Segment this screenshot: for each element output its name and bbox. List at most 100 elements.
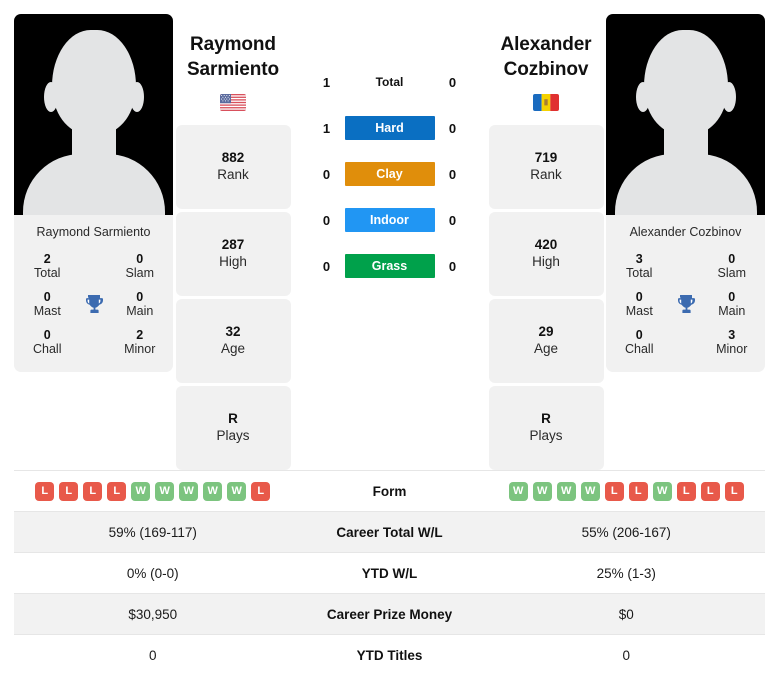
right-stat-age-value: 29 [538, 324, 554, 340]
left-title-main: 0 Main [113, 290, 168, 318]
right-stat-high: 420 High [488, 211, 604, 296]
right-title-total-value: 3 [635, 251, 643, 266]
right-title-chall-value: 0 [635, 327, 643, 342]
surface-badge-hard[interactable]: Hard [344, 116, 435, 140]
form-badge-loss: L [251, 481, 271, 501]
h2h-hard-left: 1 [322, 120, 331, 136]
left-form-badges: LLLLWWWWWL [14, 481, 292, 501]
right-title-mast-label: Mast [625, 303, 653, 318]
table-row-ytd-titles: 0 YTD Titles 0 [14, 634, 765, 675]
left-stat-rank-value: 882 [221, 150, 245, 166]
right-title-chall-label: Chall [625, 341, 654, 356]
right-title-mast-value: 0 [635, 289, 643, 304]
left-player-name: Raymond Sarmiento [187, 32, 279, 83]
left-title-slam-value: 0 [136, 251, 144, 266]
right-title-slam-value: 0 [728, 251, 736, 266]
right-title-main-label: Main [718, 303, 746, 318]
silhouette-head-icon [643, 30, 728, 134]
left-player-card[interactable]: Raymond Sarmiento 2 Total 0 Slam 0 Mast [14, 14, 173, 372]
right-title-main: 0 Main [705, 290, 760, 318]
surface-badge-indoor[interactable]: Indoor [344, 208, 435, 232]
row-label-career-prize-money: Career Prize Money [326, 606, 453, 622]
left-title-mast-value: 0 [43, 289, 51, 304]
right-title-chall: 0 Chall [612, 328, 667, 356]
left-title-slam-label: Slam [125, 265, 154, 280]
form-badge-loss: L [107, 481, 127, 501]
right-player-avatar [606, 14, 765, 215]
row-label-ytd-titles: YTD Titles [356, 647, 423, 663]
right-stat-rank-value: 719 [534, 150, 558, 166]
silhouette-ear-left-icon [635, 82, 650, 112]
left-title-slam: 0 Slam [113, 252, 168, 280]
h2h-total-left: 1 [322, 74, 331, 90]
form-badge-loss: L [724, 481, 744, 501]
left-ytd-wl: 0% (0-0) [126, 565, 179, 581]
left-stat-plays: R Plays [175, 385, 291, 470]
right-ytd-wl: 25% (1-3) [596, 565, 656, 581]
row-label-ytd-wl: YTD W/L [361, 565, 418, 581]
form-badge-win: W [556, 481, 576, 501]
right-stat-plays-value: R [541, 411, 551, 427]
left-title-mast: 0 Mast [20, 290, 75, 318]
us-flag-icon [220, 93, 246, 111]
left-player-titles-grid: 2 Total 0 Slam 0 Mast 0 Main 0 Chall 2 M… [14, 250, 173, 372]
surface-badge-grass[interactable]: Grass [344, 254, 435, 278]
table-row-form: LLLLWWWWWL Form WWWWLLWLLL [14, 470, 765, 511]
right-stat-age-label: Age [533, 340, 559, 356]
left-trophy-icon [75, 292, 113, 316]
left-player-stat-stack: 882 Rank 287 High 32 Age R Plays [175, 124, 291, 470]
left-stat-age-label: Age [220, 340, 246, 356]
left-title-main-label: Main [126, 303, 154, 318]
h2h-total-right: 0 [448, 74, 457, 90]
comparison-header: Raymond Sarmiento 2 Total 0 Slam 0 Mast [0, 0, 779, 470]
left-title-minor: 2 Minor [113, 328, 168, 356]
surface-badge-clay[interactable]: Clay [344, 162, 435, 186]
right-player-avatar-name: Alexander Cozbinov [629, 225, 742, 239]
left-stat-plays-value: R [228, 411, 238, 427]
left-title-chall-value: 0 [43, 327, 51, 342]
h2h-clay-left: 0 [322, 166, 331, 182]
right-player-first-name: Alexander [500, 34, 592, 55]
left-player-name-column: Raymond Sarmiento 882 Rank 287 High 32 A… [173, 14, 293, 470]
right-stat-high-label: High [532, 253, 560, 269]
right-stat-age: 29 Age [488, 298, 604, 383]
left-stat-age-value: 32 [225, 324, 241, 340]
form-badge-loss: L [628, 481, 648, 501]
left-title-minor-value: 2 [136, 327, 144, 342]
left-title-total: 2 Total [20, 252, 75, 280]
left-stat-high-label: High [219, 253, 247, 269]
form-badge-loss: L [700, 481, 720, 501]
left-player-avatar [14, 14, 173, 215]
table-row-ytd-wl: 0% (0-0) YTD W/L 25% (1-3) [14, 552, 765, 593]
right-title-main-value: 0 [728, 289, 736, 304]
left-form-cell: LLLLWWWWWL [14, 481, 292, 501]
left-title-main-value: 0 [136, 289, 144, 304]
right-player-card[interactable]: Alexander Cozbinov 3 Total 0 Slam 0 Mast [606, 14, 765, 372]
row-label-career-total-wl: Career Total W/L [336, 524, 443, 540]
left-stat-high-value: 287 [221, 237, 245, 253]
right-form-cell: WWWWLLWLLL [488, 481, 766, 501]
right-player-stat-stack: 719 Rank 420 High 29 Age R Plays [488, 124, 604, 470]
right-title-minor-value: 3 [728, 327, 736, 342]
right-title-minor: 3 Minor [705, 328, 760, 356]
left-career-total-wl: 59% (169-117) [108, 524, 197, 540]
left-stat-rank: 882 Rank [175, 124, 291, 209]
form-badge-win: W [652, 481, 672, 501]
right-stat-high-value: 420 [534, 237, 558, 253]
h2h-row-clay: 0 Clay 0 [317, 162, 463, 186]
h2h-row-grass: 0 Grass 0 [317, 254, 463, 278]
form-badge-loss: L [83, 481, 103, 501]
silhouette-ear-left-icon [43, 82, 58, 112]
right-career-prize-money: $0 [618, 606, 634, 622]
h2h-hard-right: 0 [448, 120, 457, 136]
right-stat-plays-label: Plays [529, 427, 563, 443]
h2h-row-hard: 1 Hard 0 [317, 116, 463, 140]
right-title-total: 3 Total [612, 252, 667, 280]
silhouette-body-icon [22, 154, 165, 215]
table-row-career-prize-money: $30,950 Career Prize Money $0 [14, 593, 765, 634]
right-player-last-name: Cozbinov [503, 59, 589, 81]
left-stat-rank-label: Rank [217, 166, 249, 182]
md-flag-icon [533, 93, 559, 111]
form-badge-win: W [131, 481, 151, 501]
form-badge-win: W [155, 481, 175, 501]
